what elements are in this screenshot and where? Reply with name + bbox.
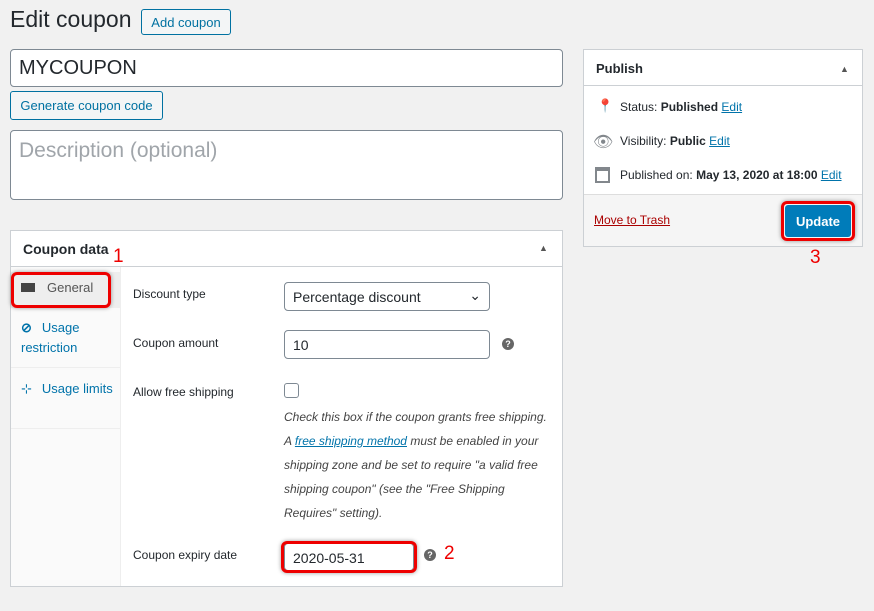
edit-status-link[interactable]: Edit (721, 100, 742, 114)
highlight-update (781, 201, 855, 241)
annotation-2: 2 (444, 543, 455, 564)
discount-type-label: Discount type (133, 287, 206, 301)
limits-icon: ⊹ (21, 381, 32, 396)
ban-icon: ⊘ (21, 320, 32, 335)
tab-usage-limits[interactable]: ⊹ Usage limits (11, 379, 121, 429)
free-shipping-description: Check this box if the coupon grants free… (284, 410, 547, 520)
add-coupon-button[interactable]: Add coupon (141, 9, 231, 35)
eye-icon: 👁 (593, 134, 614, 151)
calendar-icon (595, 167, 610, 183)
description-textarea[interactable]: Description (optional) (10, 130, 563, 200)
page-title: Edit coupon (10, 6, 132, 32)
chevron-down-icon: ⌄ (469, 287, 481, 303)
publish-title: Publish (596, 61, 643, 76)
pin-icon: 📍 (597, 98, 614, 113)
free-shipping-method-link[interactable]: free shipping method (295, 434, 407, 448)
expiry-date-label: Coupon expiry date (133, 548, 238, 562)
help-icon[interactable]: ? (424, 549, 436, 561)
coupon-data-title: Coupon data (23, 241, 109, 257)
edit-visibility-link[interactable]: Edit (709, 134, 730, 148)
discount-type-select[interactable]: Percentage discount ⌄ (284, 282, 490, 311)
highlight-expiry (281, 541, 417, 573)
generate-coupon-code-button[interactable]: Generate coupon code (10, 91, 163, 120)
move-to-trash-link[interactable]: Move to Trash (594, 213, 670, 227)
help-icon[interactable]: ? (502, 338, 514, 350)
coupon-amount-input[interactable]: 10 (284, 330, 490, 359)
annotation-1: 1 (113, 246, 124, 267)
collapse-icon[interactable]: ▲ (840, 64, 849, 74)
coupon-amount-label: Coupon amount (133, 336, 219, 350)
highlight-general (11, 272, 111, 308)
coupon-code-input[interactable] (10, 49, 563, 87)
tab-usage-restriction[interactable]: ⊘ Usage restriction (11, 318, 121, 368)
edit-date-link[interactable]: Edit (821, 168, 842, 182)
annotation-3: 3 (810, 247, 821, 268)
free-shipping-label: Allow free shipping (133, 385, 234, 399)
collapse-icon[interactable]: ▲ (539, 243, 548, 253)
free-shipping-checkbox[interactable] (284, 383, 299, 398)
